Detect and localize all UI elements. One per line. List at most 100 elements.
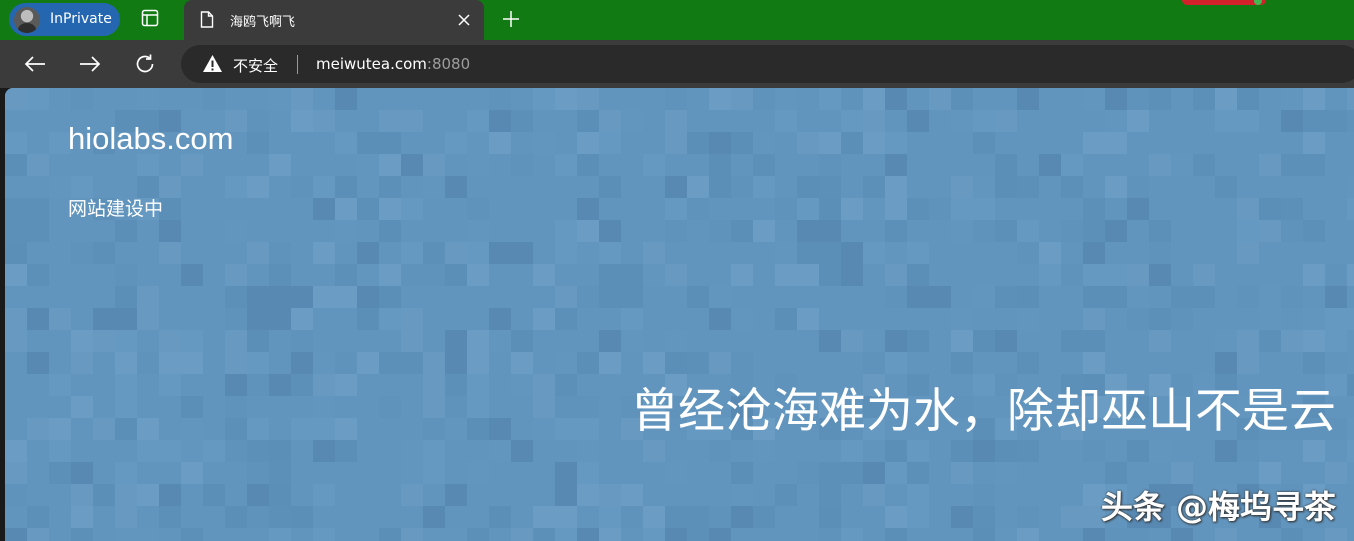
texture-tile xyxy=(731,220,753,242)
texture-tile xyxy=(709,352,731,374)
texture-tile xyxy=(555,242,577,264)
texture-tile xyxy=(115,308,137,330)
texture-tile xyxy=(247,506,269,528)
texture-tile xyxy=(819,88,841,110)
texture-tile xyxy=(1259,462,1281,484)
texture-tile xyxy=(687,286,709,308)
texture-tile xyxy=(797,264,819,286)
texture-tile xyxy=(643,440,665,462)
texture-tile xyxy=(423,176,445,198)
texture-tile xyxy=(1083,330,1105,352)
refresh-button[interactable] xyxy=(130,50,160,78)
texture-tile xyxy=(115,352,137,374)
texture-tile xyxy=(1215,528,1237,541)
texture-tile xyxy=(555,374,577,396)
tab-active[interactable]: 海鸥飞啊飞 xyxy=(184,0,484,40)
texture-tile xyxy=(775,198,797,220)
texture-tile xyxy=(929,198,951,220)
texture-tile xyxy=(71,330,93,352)
texture-tile xyxy=(115,264,137,286)
forward-button[interactable] xyxy=(75,50,105,78)
back-button[interactable] xyxy=(20,50,50,78)
texture-tile xyxy=(247,330,269,352)
texture-tile xyxy=(709,308,731,330)
texture-tile xyxy=(445,132,467,154)
profile-button[interactable]: InPrivate xyxy=(9,3,120,36)
texture-tile xyxy=(423,462,445,484)
texture-tile xyxy=(379,176,401,198)
texture-tile xyxy=(643,242,665,264)
warning-icon[interactable] xyxy=(202,54,223,77)
texture-tile xyxy=(1083,220,1105,242)
texture-tile xyxy=(599,330,621,352)
texture-tile xyxy=(137,352,159,374)
texture-tile xyxy=(1215,88,1237,110)
texture-tile xyxy=(1061,176,1083,198)
address-bar[interactable]: 不安全 meiwutea.com:8080 xyxy=(181,45,1354,83)
texture-tile xyxy=(181,440,203,462)
texture-tile xyxy=(115,220,137,242)
texture-tile xyxy=(357,154,379,176)
texture-tile xyxy=(775,264,797,286)
texture-tile xyxy=(159,330,181,352)
new-tab-button[interactable] xyxy=(499,7,523,31)
texture-tile xyxy=(27,88,49,110)
texture-tile xyxy=(115,396,137,418)
texture-tile xyxy=(27,528,49,541)
texture-tile xyxy=(599,176,621,198)
texture-tile xyxy=(313,484,335,506)
texture-tile xyxy=(863,176,885,198)
texture-tile xyxy=(247,418,269,440)
texture-tile xyxy=(1149,308,1171,330)
texture-tile xyxy=(1303,330,1325,352)
texture-tile xyxy=(577,286,599,308)
texture-tile xyxy=(5,132,27,154)
texture-tile xyxy=(797,132,819,154)
texture-tile xyxy=(1083,264,1105,286)
texture-tile xyxy=(1171,154,1193,176)
texture-tile xyxy=(863,352,885,374)
texture-tile xyxy=(1215,352,1237,374)
texture-tile xyxy=(247,110,269,132)
texture-tile xyxy=(1193,264,1215,286)
texture-tile xyxy=(467,110,489,132)
texture-tile xyxy=(181,264,203,286)
texture-tile xyxy=(555,506,577,528)
texture-tile xyxy=(577,484,599,506)
texture-tile xyxy=(1347,198,1354,220)
tab-close-button[interactable] xyxy=(454,10,474,30)
texture-tile xyxy=(401,154,423,176)
security-label[interactable]: 不安全 xyxy=(233,55,278,76)
texture-tile xyxy=(379,198,401,220)
texture-tile xyxy=(511,110,533,132)
url-text[interactable]: meiwutea.com:8080 xyxy=(316,55,470,73)
texture-tile xyxy=(1281,528,1303,541)
texture-tile xyxy=(709,220,731,242)
extension-badge[interactable] xyxy=(1182,0,1266,5)
texture-tile xyxy=(709,88,731,110)
workspaces-button[interactable] xyxy=(136,8,164,32)
texture-tile xyxy=(907,506,929,528)
texture-tile xyxy=(511,330,533,352)
texture-tile xyxy=(379,352,401,374)
texture-tile xyxy=(159,440,181,462)
texture-tile xyxy=(1105,286,1127,308)
texture-tile xyxy=(775,308,797,330)
texture-tile xyxy=(577,528,599,541)
texture-tile xyxy=(225,506,247,528)
texture-tile xyxy=(951,88,973,110)
texture-tile xyxy=(577,396,599,418)
texture-tile xyxy=(621,506,643,528)
texture-tile xyxy=(225,176,247,198)
texture-tile xyxy=(621,264,643,286)
texture-tile xyxy=(49,374,71,396)
texture-tile xyxy=(731,484,753,506)
texture-tile xyxy=(335,132,357,154)
texture-tile xyxy=(599,286,621,308)
texture-tile xyxy=(291,110,313,132)
texture-tile xyxy=(907,462,929,484)
texture-tile xyxy=(1171,286,1193,308)
texture-tile xyxy=(1083,132,1105,154)
refresh-icon xyxy=(136,54,154,73)
texture-tile xyxy=(863,330,885,352)
